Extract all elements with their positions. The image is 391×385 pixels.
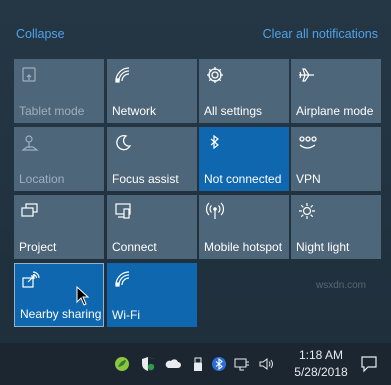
tile-nearby-sharing[interactable]: Nearby sharing (14, 263, 104, 327)
nearby-sharing-icon (21, 270, 41, 290)
tile-focus-assist[interactable]: Focus assist (107, 127, 197, 191)
night-light-icon (297, 201, 317, 221)
bluetooth-icon[interactable] (211, 356, 227, 372)
clear-all-notifications-link[interactable]: Clear all notifications (263, 22, 378, 46)
action-center-panel: Collapse Clear all notifications Tablet … (0, 0, 391, 343)
tile-label: All settings (204, 104, 263, 118)
tablet-mode-icon (20, 65, 40, 85)
tile-label: Project (19, 240, 57, 254)
notification-icon (361, 356, 377, 373)
action-center-button[interactable] (347, 343, 391, 385)
bluetooth-icon (205, 133, 225, 153)
tile-label: Mobile hotspot (204, 240, 283, 254)
tile-mobile-hotspot[interactable]: Mobile hotspot (199, 195, 289, 259)
tile-label: Focus assist (112, 172, 179, 186)
airplane-icon (297, 65, 317, 85)
hotspot-icon (205, 201, 225, 221)
vpn-icon (297, 133, 317, 153)
tile-label: Tablet mode (19, 104, 85, 118)
tile-tablet-mode[interactable]: Tablet mode (14, 59, 104, 123)
tile-night-light[interactable]: Night light (291, 195, 381, 259)
tile-connect[interactable]: Connect (107, 195, 197, 259)
tile-vpn[interactable]: VPN (291, 127, 381, 191)
power-icon[interactable] (234, 356, 250, 372)
tile-bluetooth[interactable]: Not connected (199, 127, 289, 191)
project-icon (20, 201, 40, 221)
tile-label: VPN (296, 172, 321, 186)
watermark: wsxdn.com (316, 280, 367, 291)
location-icon (20, 133, 40, 153)
tile-label: Wi-Fi (112, 308, 140, 322)
tile-network[interactable]: Network (107, 59, 197, 123)
connect-icon (113, 201, 133, 221)
settings-gear-icon (205, 65, 225, 85)
moon-icon (113, 133, 133, 153)
tile-label: Location (19, 172, 65, 186)
onedrive-cloud-icon[interactable] (165, 356, 181, 372)
tile-label: Network (112, 104, 157, 118)
tile-label: Connect (112, 240, 157, 254)
tile-wifi[interactable]: Wi-Fi (107, 263, 197, 327)
usb-drive-icon[interactable] (190, 356, 206, 372)
clock-date: 5/28/2018 (294, 365, 348, 379)
volume-icon[interactable] (258, 356, 274, 372)
wifi-icon (113, 269, 133, 289)
tile-label: Not connected (204, 172, 282, 186)
taskbar: 1:18 AM 5/28/2018 (0, 343, 391, 385)
tile-project[interactable]: Project (14, 195, 104, 259)
tile-location[interactable]: Location (14, 127, 104, 191)
leaf-icon[interactable] (114, 356, 130, 372)
tile-label: Nearby sharing (20, 307, 102, 321)
taskbar-clock[interactable]: 1:18 AM 5/28/2018 (292, 347, 350, 381)
network-icon (113, 65, 133, 85)
tile-label: Airplane mode (296, 104, 374, 118)
tile-label: Night light (296, 240, 350, 254)
action-center-header: Collapse Clear all notifications (0, 22, 391, 46)
clock-time: 1:18 AM (298, 348, 344, 362)
collapse-link[interactable]: Collapse (16, 22, 65, 46)
shield-icon[interactable] (140, 356, 156, 372)
tile-all-settings[interactable]: All settings (199, 59, 289, 123)
tile-airplane-mode[interactable]: Airplane mode (291, 59, 381, 123)
